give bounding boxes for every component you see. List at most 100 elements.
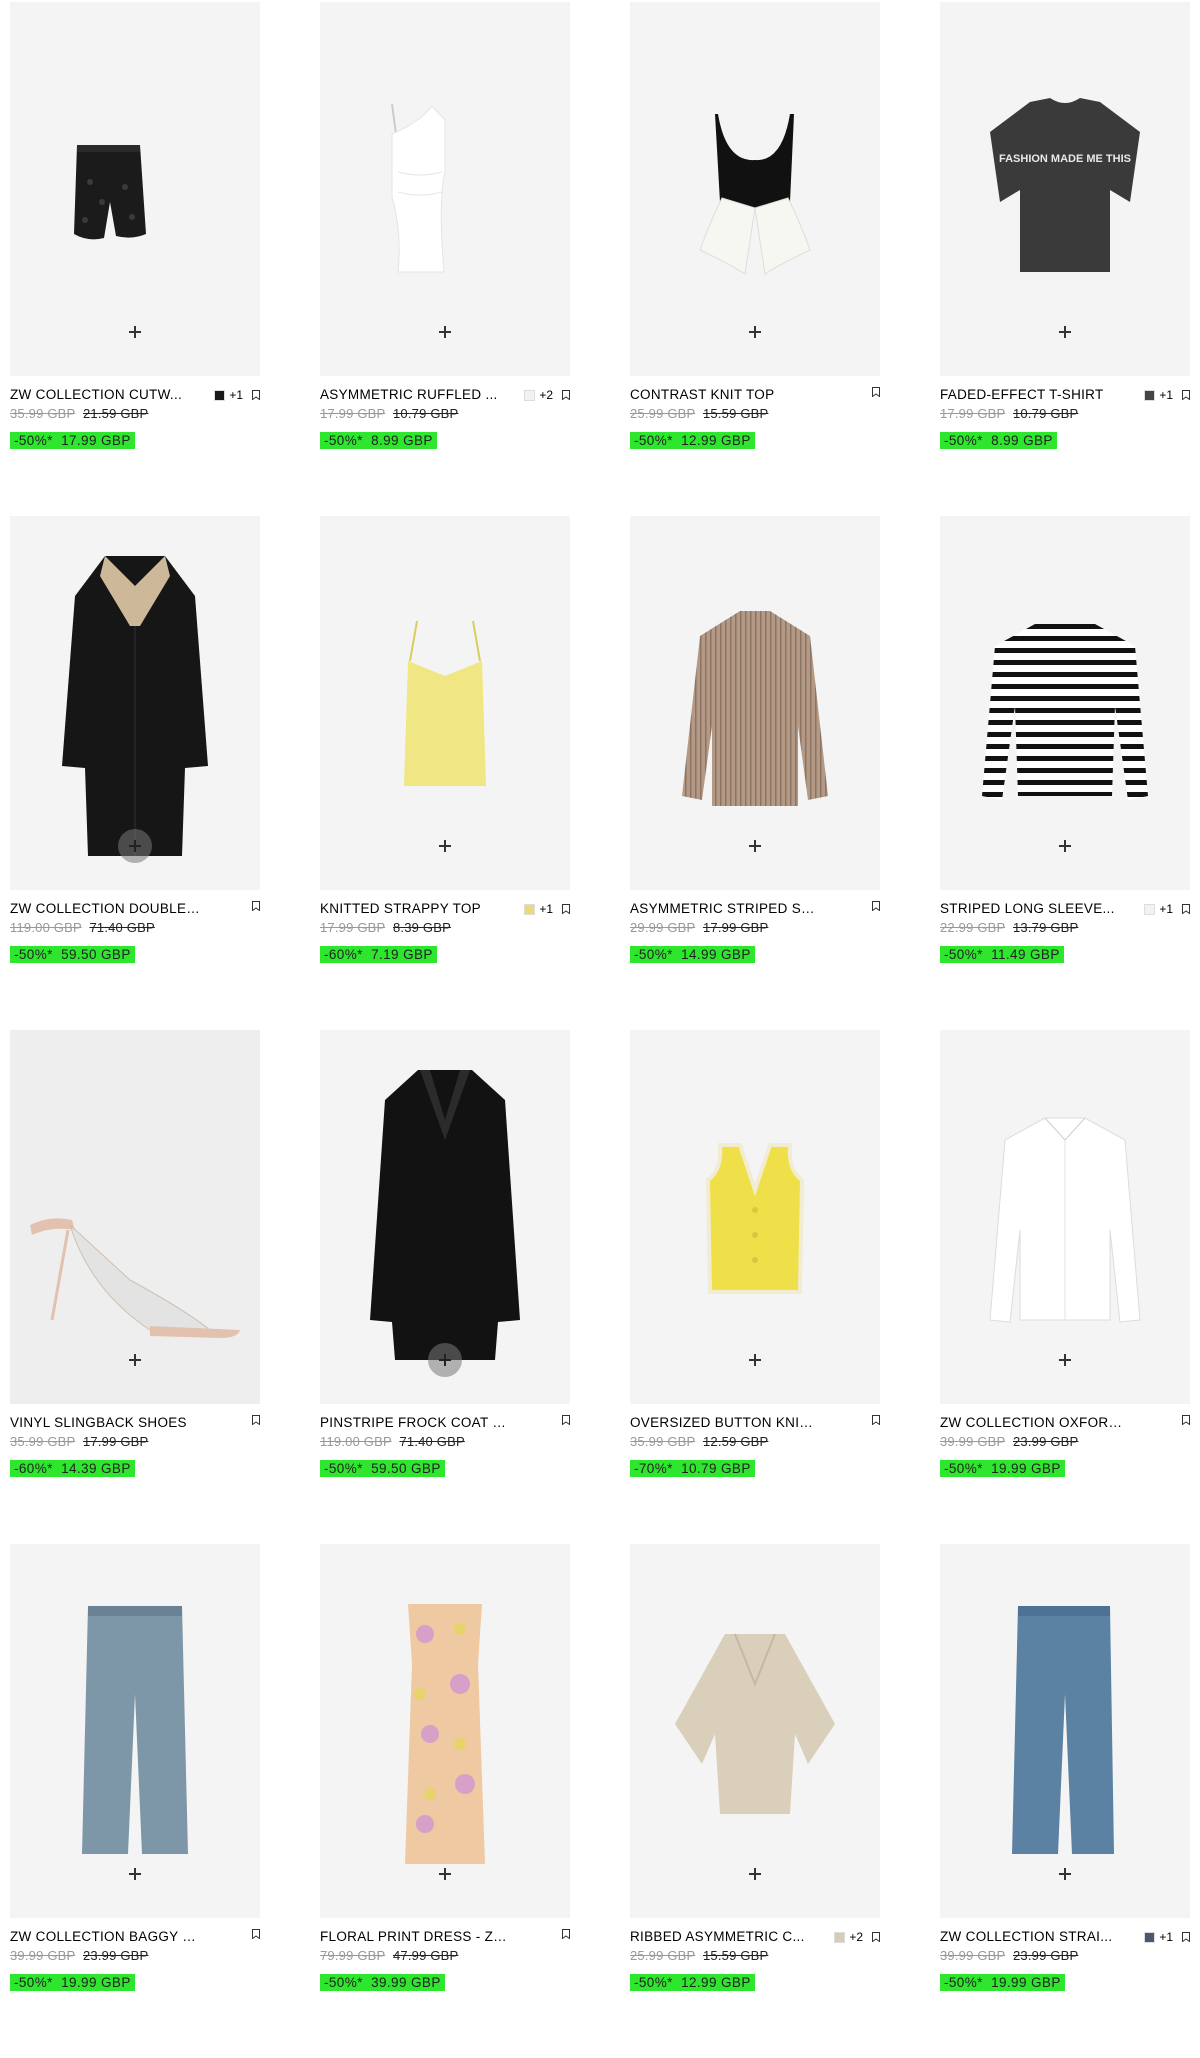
sale-price: 11.49 GBP (991, 947, 1060, 962)
product-name[interactable]: VINYL SLINGBACK SHOES (10, 1414, 187, 1432)
product-image[interactable] (10, 2, 260, 376)
add-to-cart-button[interactable] (439, 326, 451, 338)
bookmark-icon[interactable] (252, 1415, 260, 1425)
bookmark-icon[interactable] (562, 1415, 570, 1425)
product-image[interactable] (320, 2, 570, 376)
bookmark-icon[interactable] (252, 1929, 260, 1939)
add-to-cart-button[interactable] (439, 1868, 451, 1880)
product-image[interactable] (320, 1030, 570, 1404)
product-image[interactable] (630, 516, 880, 890)
product-image[interactable] (10, 1544, 260, 1918)
add-to-cart-button[interactable] (129, 326, 141, 338)
product-card[interactable]: PINSTRIPE FROCK COAT ZW ... 119.00 GBP 7… (320, 1030, 570, 1477)
add-to-cart-button[interactable] (118, 829, 152, 863)
product-name[interactable]: STRIPED LONG SLEEVE... (940, 900, 1115, 918)
product-card[interactable]: RIBBED ASYMMETRIC C... +2 25.99 GBP 15.5… (630, 1544, 880, 1991)
product-name[interactable]: ZW COLLECTION BAGGY LO... (10, 1928, 200, 1946)
bookmark-icon[interactable] (252, 901, 260, 911)
color-swatch[interactable] (524, 903, 536, 915)
bookmark-icon[interactable] (872, 1415, 880, 1425)
product-name[interactable]: PINSTRIPE FROCK COAT ZW ... (320, 1414, 510, 1432)
add-to-cart-button[interactable] (749, 326, 761, 338)
product-info: FLORAL PRINT DRESS - ZW ... 79.99 GBP 47… (320, 1928, 570, 1991)
add-to-cart-button[interactable] (129, 1354, 141, 1366)
add-to-cart-button[interactable] (749, 840, 761, 852)
discount-percent: -50%* (944, 1975, 983, 1990)
product-card[interactable]: ZW COLLECTION BAGGY LO... 39.99 GBP 23.9… (10, 1544, 260, 1991)
bookmark-icon[interactable] (562, 390, 570, 400)
product-card[interactable]: ZW COLLECTION OXFORD SH... 39.99 GBP 23.… (940, 1030, 1190, 1477)
bookmark-icon[interactable] (252, 390, 260, 400)
product-card[interactable]: ZW COLLECTION STRAI... +1 39.99 GBP 23.9… (940, 1544, 1190, 1991)
add-to-cart-button[interactable] (428, 1343, 462, 1377)
product-card[interactable]: FLORAL PRINT DRESS - ZW ... 79.99 GBP 47… (320, 1544, 570, 1991)
product-image[interactable] (320, 516, 570, 890)
bookmark-icon[interactable] (872, 901, 880, 911)
product-name[interactable]: FLORAL PRINT DRESS - ZW ... (320, 1928, 510, 1946)
discount-percent: -50%* (634, 433, 673, 448)
product-name[interactable]: KNITTED STRAPPY TOP (320, 900, 481, 918)
bookmark-icon[interactable] (1182, 1415, 1190, 1425)
product-image[interactable] (320, 1544, 570, 1918)
add-to-cart-button[interactable] (749, 1868, 761, 1880)
product-name[interactable]: ZW COLLECTION STRAI... (940, 1928, 1112, 1946)
add-to-cart-button[interactable] (1059, 1354, 1071, 1366)
product-name[interactable]: ASYMMETRIC RUFFLED ... (320, 386, 498, 404)
color-swatch[interactable] (1144, 903, 1156, 915)
product-name[interactable]: ASYMMETRIC STRIPED SHIRT... (630, 900, 820, 918)
bookmark-icon[interactable] (1182, 390, 1190, 400)
product-image[interactable] (940, 1030, 1190, 1404)
product-name[interactable]: ZW COLLECTION DOUBLE-FA... (10, 900, 200, 918)
product-image[interactable]: FASHION MADE ME THIS (940, 2, 1190, 376)
product-meta (867, 387, 880, 397)
product-info: FADED-EFFECT T-SHIRT +1 17.99 GBP 10.79 … (940, 386, 1190, 449)
add-to-cart-button[interactable] (129, 1868, 141, 1880)
add-to-cart-button[interactable] (1059, 1868, 1071, 1880)
add-to-cart-button[interactable] (439, 840, 451, 852)
product-image[interactable] (10, 516, 260, 890)
product-name[interactable]: CONTRAST KNIT TOP (630, 386, 774, 404)
product-name[interactable]: ZW COLLECTION OXFORD SH... (940, 1414, 1130, 1432)
add-to-cart-button[interactable] (749, 1354, 761, 1366)
add-to-cart-button[interactable] (1059, 326, 1071, 338)
price-line: 17.99 GBP 8.39 GBP (320, 920, 451, 935)
bookmark-icon[interactable] (562, 1929, 570, 1939)
bookmark-icon[interactable] (1182, 1932, 1190, 1942)
product-meta: +1 (1144, 387, 1190, 403)
previous-price: 13.79 GBP (1012, 920, 1079, 935)
product-card[interactable]: OVERSIZED BUTTON KNITTE... 35.99 GBP 12.… (630, 1030, 880, 1477)
product-name[interactable]: ZW COLLECTION CUTW... (10, 386, 182, 404)
more-colors-count: +2 (539, 388, 553, 402)
color-swatch[interactable] (834, 1931, 846, 1943)
bookmark-icon[interactable] (872, 1932, 880, 1942)
product-card[interactable]: FASHION MADE ME THIS FADED-EFFECT T-SHIR… (940, 2, 1190, 449)
product-image[interactable] (630, 1030, 880, 1404)
product-card[interactable]: ZW COLLECTION CUTW... +1 35.99 GBP 21.59… (10, 2, 260, 449)
add-to-cart-button[interactable] (1059, 840, 1071, 852)
product-image[interactable] (940, 1544, 1190, 1918)
product-name[interactable]: FADED-EFFECT T-SHIRT (940, 386, 1104, 404)
bookmark-icon[interactable] (1182, 904, 1190, 914)
bookmark-icon[interactable] (872, 387, 880, 397)
bookmark-icon[interactable] (562, 904, 570, 914)
product-image[interactable] (630, 2, 880, 376)
product-name[interactable]: OVERSIZED BUTTON KNITTE... (630, 1414, 820, 1432)
color-swatch[interactable] (214, 389, 226, 401)
discount-percent: -50%* (944, 947, 983, 962)
product-image[interactable] (630, 1544, 880, 1918)
product-image[interactable] (940, 516, 1190, 890)
product-card[interactable]: STRIPED LONG SLEEVE... +1 22.99 GBP 13.7… (940, 516, 1190, 963)
sale-badge: -50%* 14.99 GBP (630, 946, 755, 963)
product-card[interactable]: KNITTED STRAPPY TOP +1 17.99 GBP 8.39 GB… (320, 516, 570, 963)
product-card[interactable]: ZW COLLECTION DOUBLE-FA... 119.00 GBP 71… (10, 516, 260, 963)
color-swatch[interactable] (1144, 389, 1156, 401)
product-name[interactable]: RIBBED ASYMMETRIC C... (630, 1928, 805, 1946)
product-card[interactable]: ASYMMETRIC STRIPED SHIRT... 29.99 GBP 17… (630, 516, 880, 963)
product-card[interactable]: CONTRAST KNIT TOP 25.99 GBP 15.59 GBP -5… (630, 2, 880, 449)
original-price: 35.99 GBP (10, 1434, 76, 1449)
product-card[interactable]: VINYL SLINGBACK SHOES 35.99 GBP 17.99 GB… (10, 1030, 260, 1477)
product-image[interactable] (10, 1030, 260, 1404)
color-swatch[interactable] (1144, 1931, 1156, 1943)
product-card[interactable]: ASYMMETRIC RUFFLED ... +2 17.99 GBP 10.7… (320, 2, 570, 449)
color-swatch[interactable] (524, 389, 536, 401)
